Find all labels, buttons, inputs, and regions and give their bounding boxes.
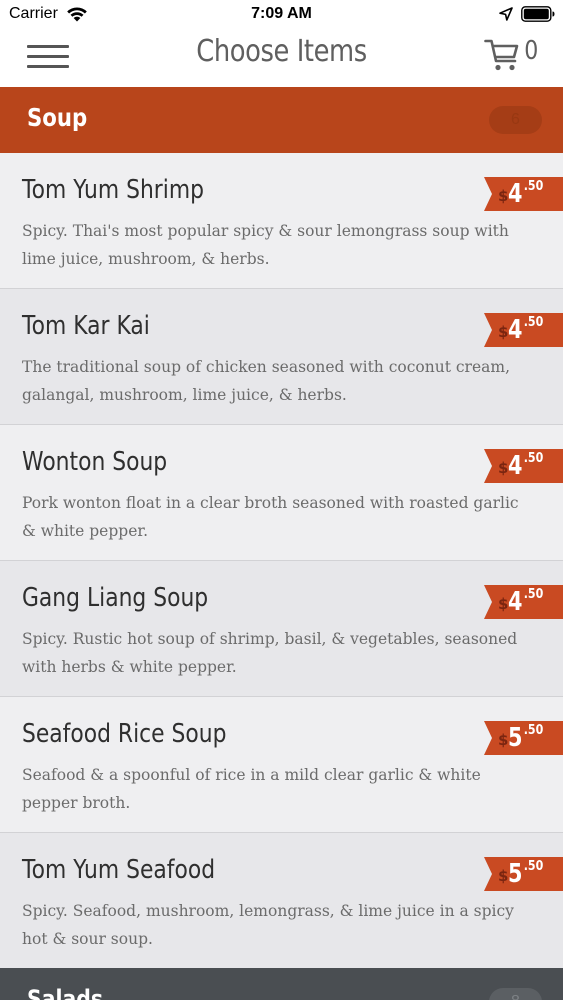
cart-icon <box>484 39 519 71</box>
price-cents: .50 <box>523 179 543 194</box>
menu-item[interactable]: Tom Yum Shrimp Spicy. Thai's most popula… <box>0 153 563 289</box>
item-description: Spicy. Seafood, mushroom, lemongrass, & … <box>22 902 514 948</box>
price-currency: $ <box>498 867 509 885</box>
item-description: The traditional soup of chicken seasoned… <box>22 358 510 404</box>
price-cents: .50 <box>523 451 543 466</box>
nav-bar: Choose Items 0 <box>0 30 563 87</box>
section-title: Salads <box>27 985 103 1000</box>
cart-button[interactable]: 0 <box>484 36 540 76</box>
menu-item[interactable]: Seafood Rice Soup Seafood & a spoonful o… <box>0 697 563 833</box>
price-cents: .50 <box>523 315 543 330</box>
price-tag: $4.50 <box>484 585 563 619</box>
menu-item[interactable]: Gang Liang Soup Spicy. Rustic hot soup o… <box>0 561 563 697</box>
item-name: Wonton Soup <box>22 447 168 477</box>
location-arrow-icon <box>499 7 513 21</box>
price-tag: $4.50 <box>484 449 563 483</box>
price-cents: .50 <box>523 723 543 738</box>
item-name: Seafood Rice Soup <box>22 719 227 749</box>
section-count-badge: 6 <box>489 106 542 134</box>
menu-item[interactable]: Wonton Soup Pork wonton float in a clear… <box>0 425 563 561</box>
price-dollars: 4 <box>508 451 523 481</box>
page-title: Choose Items <box>196 34 367 69</box>
battery-icon <box>521 6 555 22</box>
price-currency: $ <box>498 187 509 205</box>
price-currency: $ <box>498 323 509 341</box>
price-dollars: 5 <box>508 859 523 889</box>
clock-label: 7:09 AM <box>251 5 312 22</box>
item-description: Spicy. Rustic hot soup of shrimp, basil,… <box>22 630 518 676</box>
section-count-badge: 8 <box>489 988 542 1000</box>
price-currency: $ <box>498 731 509 749</box>
status-bar: Carrier 7:09 AM <box>0 0 563 30</box>
price-tag: $4.50 <box>484 313 563 347</box>
price-dollars: 5 <box>508 723 523 753</box>
price-cents: .50 <box>523 859 543 874</box>
item-name: Tom Yum Seafood <box>22 855 216 885</box>
item-description: Pork wonton float in a clear broth seaso… <box>22 494 519 540</box>
price-currency: $ <box>498 459 509 477</box>
item-description: Spicy. Thai's most popular spicy & sour … <box>22 222 509 268</box>
price-tag: $4.50 <box>484 177 563 211</box>
item-name: Tom Kar Kai <box>22 311 150 341</box>
section-title: Soup <box>27 103 88 132</box>
section-header-soup[interactable]: Soup 6 <box>0 87 563 153</box>
price-tag: $5.50 <box>484 857 563 891</box>
price-tag: $5.50 <box>484 721 563 755</box>
price-dollars: 4 <box>508 315 523 345</box>
item-name: Tom Yum Shrimp <box>22 175 205 205</box>
item-description: Seafood & a spoonful of rice in a mild c… <box>22 766 481 812</box>
price-currency: $ <box>498 595 509 613</box>
cart-count: 0 <box>524 36 539 66</box>
menu-item[interactable]: Tom Kar Kai The traditional soup of chic… <box>0 289 563 425</box>
price-dollars: 4 <box>508 179 523 209</box>
menu-item[interactable]: Tom Yum Seafood Spicy. Seafood, mushroom… <box>0 833 563 969</box>
item-name: Gang Liang Soup <box>22 583 209 613</box>
price-dollars: 4 <box>508 587 523 617</box>
price-cents: .50 <box>523 587 543 602</box>
section-header-salads[interactable]: Salads 8 <box>0 968 563 1000</box>
